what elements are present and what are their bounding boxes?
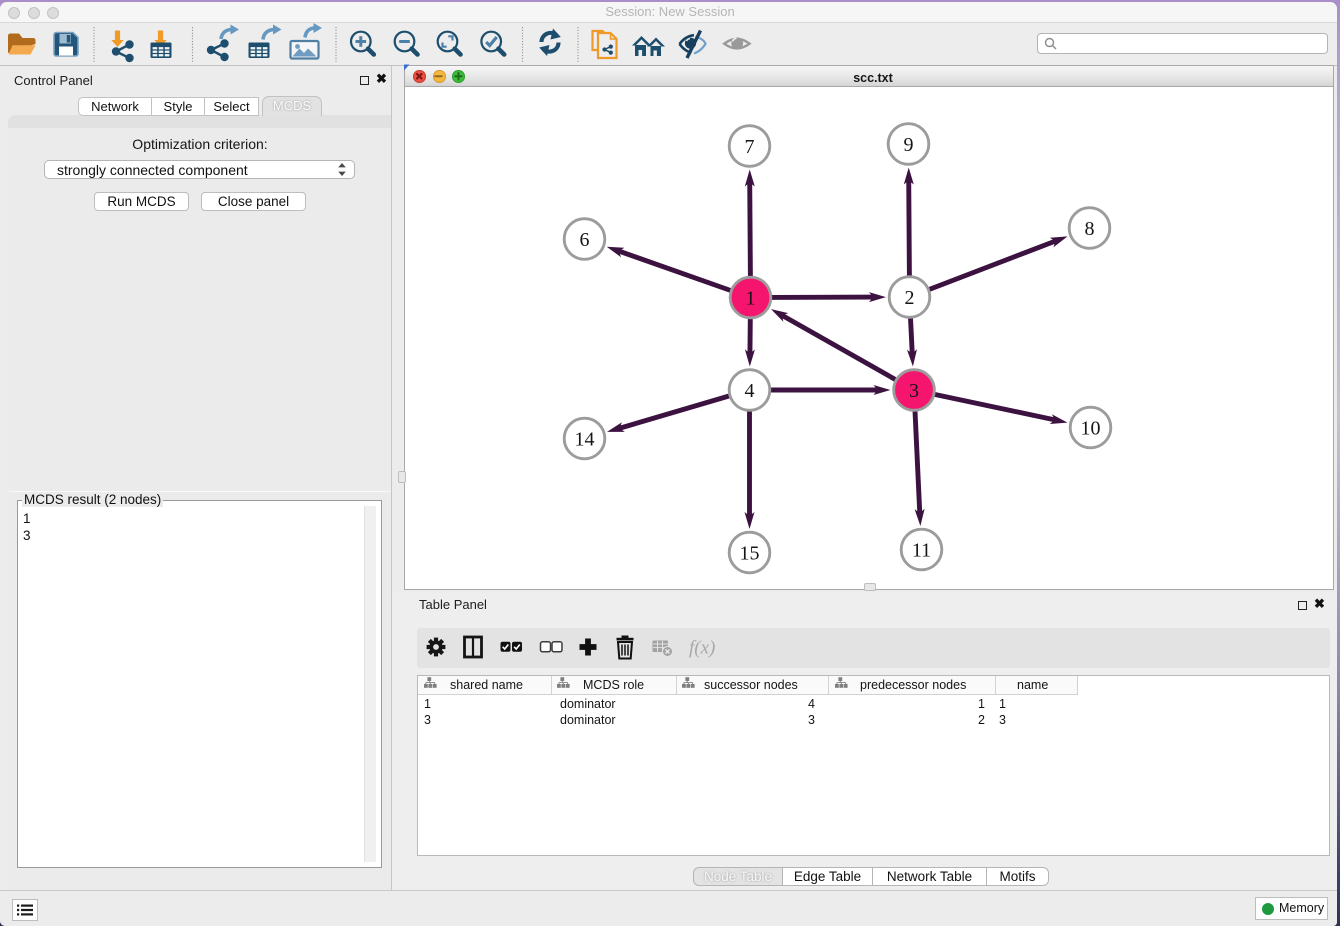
svg-text:14: 14 <box>575 429 595 451</box>
svg-text:10: 10 <box>1081 418 1101 440</box>
svg-text:6: 6 <box>580 229 590 251</box>
svg-text:11: 11 <box>912 540 931 562</box>
svg-text:f(x): f(x) <box>689 638 715 659</box>
svg-text:3: 3 <box>909 380 919 402</box>
svg-text:15: 15 <box>740 543 760 565</box>
svg-text:2: 2 <box>905 287 915 309</box>
svg-text:7: 7 <box>745 136 755 158</box>
svg-text:8: 8 <box>1085 218 1095 240</box>
svg-text:1: 1 <box>746 288 756 310</box>
svg-text:4: 4 <box>745 380 755 402</box>
svg-text:9: 9 <box>904 134 914 156</box>
